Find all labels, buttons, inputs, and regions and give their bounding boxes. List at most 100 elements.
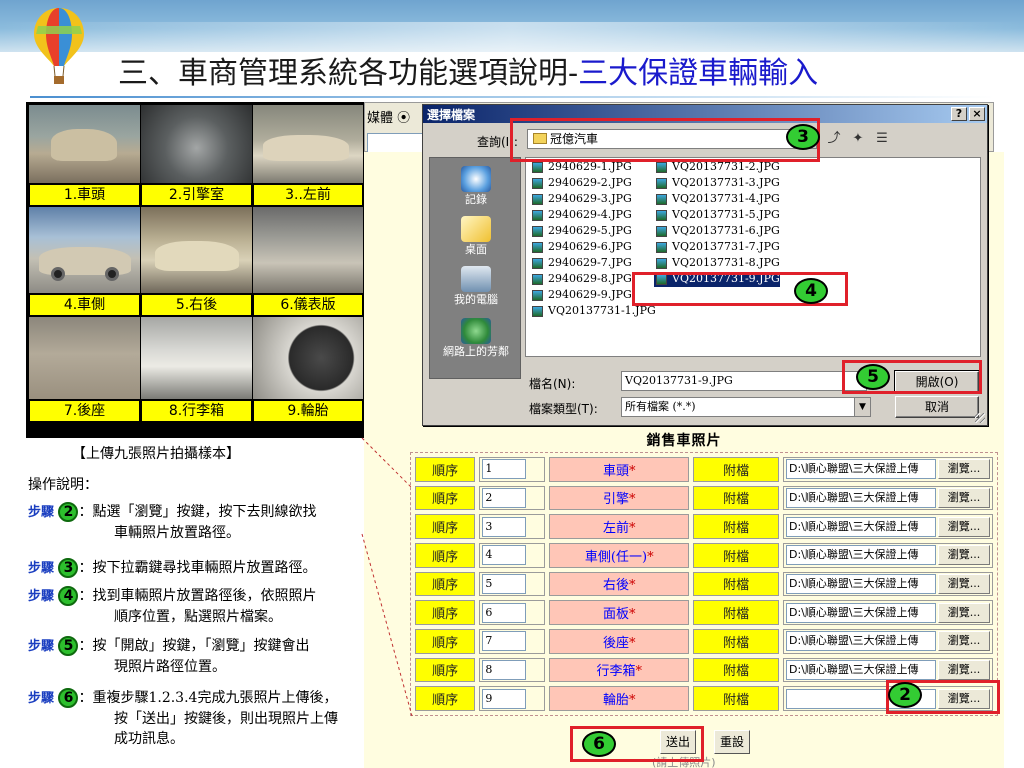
field-name: 右後 [603,578,630,594]
places-bar: 記錄 桌面 我的電腦 網路上的芳鄰 [429,157,521,379]
annotation-box-3 [510,118,820,162]
browse-button[interactable]: 瀏覽... [937,459,990,480]
file-item[interactable]: 2940629-9.JPG [530,288,632,303]
order-label: 順序 [415,485,476,511]
order-label: 順序 [415,542,476,568]
order-input[interactable]: 5 [482,573,527,594]
order-input[interactable]: 7 [482,631,527,652]
file-item[interactable]: VQ20137731-2.JPG [654,160,780,175]
order-cell: 1 [479,457,546,482]
file-item[interactable]: VQ20137731-6.JPG [654,224,780,239]
attach-label: 附檔 [693,485,779,511]
field-name-cell: 左前* [549,514,690,539]
title-underline [30,96,994,98]
resize-grip[interactable] [975,413,985,423]
file-item[interactable]: 2940629-7.JPG [530,256,632,271]
file-item[interactable]: 2940629-1.JPG [530,160,632,175]
file-path-input[interactable]: D:\順心聯盟\三大保證上傳 [785,659,936,680]
file-path-input[interactable]: D:\順心聯盟\三大保證上傳 [785,602,936,623]
place-label: 我的電腦 [454,293,498,306]
order-input[interactable]: 6 [482,602,527,623]
place-my-computer[interactable]: 我的電腦 [430,266,522,306]
table-row: 順序 7 後座* 附檔 D:\順心聯盟\三大保證上傳 瀏覽... [415,628,993,654]
browse-button[interactable]: 瀏覽... [937,602,990,623]
order-input[interactable]: 8 [482,659,527,680]
computer-icon [461,266,491,292]
path-cell: D:\順心聯盟\三大保證上傳 瀏覽... [782,485,993,511]
browse-button[interactable]: 瀏覽... [937,545,990,566]
file-item[interactable]: VQ20137731-1.JPG [530,304,656,319]
field-name-cell: 車頭* [549,457,690,482]
order-input[interactable]: 1 [482,459,527,480]
close-button[interactable]: × [969,107,985,121]
cancel-button[interactable]: 取消 [895,396,979,418]
order-input[interactable]: 9 [482,688,527,709]
browse-button[interactable]: 瀏覽... [937,631,990,652]
place-desktop[interactable]: 桌面 [430,216,522,256]
file-item[interactable]: 2940629-2.JPG [530,176,632,191]
image-file-icon [532,258,543,269]
browse-button[interactable]: 瀏覽... [937,487,990,508]
chevron-down-icon[interactable]: ▼ [854,398,870,416]
file-item[interactable]: 2940629-6.JPG [530,240,632,255]
filetype-select[interactable]: 所有檔案 (*.*) ▼ [621,397,871,417]
view-menu-icon[interactable]: ☰ [873,131,891,147]
file-path-input[interactable]: D:\順心聯盟\三大保證上傳 [785,545,936,566]
file-item[interactable]: 2940629-8.JPG [530,272,632,287]
photo-label: 5.右後 [141,294,252,316]
step-text: ：按「開啟」按鍵，「瀏覽」按鍵會出 [78,638,310,654]
file-item[interactable]: VQ20137731-4.JPG [654,192,780,207]
car-shape [263,135,349,161]
order-label: 順序 [415,686,476,711]
photo-side [29,207,140,293]
step-label: 步驟 [28,561,55,576]
image-file-icon [656,194,667,205]
file-item[interactable]: 2940629-5.JPG [530,224,632,239]
media-toolbar-button[interactable]: 媒體 ⦿ [367,107,410,126]
step-text: 車輛照片放置路徑。 [114,525,240,541]
file-path-input[interactable]: D:\順心聯盟\三大保證上傳 [785,459,936,480]
filename-input[interactable]: VQ20137731-9.JPG [621,371,867,391]
browse-button[interactable]: 瀏覽... [937,573,990,594]
order-label: 順序 [415,457,476,482]
up-folder-icon[interactable]: ⤴ [825,131,843,147]
image-file-icon [532,290,543,301]
file-item[interactable]: 2940629-3.JPG [530,192,632,207]
file-item[interactable]: VQ20137731-8.JPG [654,256,780,271]
step-text: ：點選「瀏覽」按鍵，按下去則線欲找 [78,504,317,520]
browse-button[interactable]: 瀏覽... [937,516,990,537]
file-path-input[interactable]: D:\順心聯盟\三大保證上傳 [785,516,936,537]
hot-air-balloon-icon [34,8,84,84]
order-input[interactable]: 2 [482,487,527,508]
place-network[interactable]: 網路上的芳鄰 [430,318,522,358]
file-path-input[interactable]: D:\順心聯盟\三大保證上傳 [785,631,936,652]
photo-label: 6.儀表版 [253,294,363,316]
attach-label: 附檔 [693,600,779,625]
annotation-badge: 3 [786,124,820,150]
file-item[interactable]: 2940629-4.JPG [530,208,632,223]
place-history[interactable]: 記錄 [430,166,522,206]
field-name: 引擎 [603,492,630,508]
order-input[interactable]: 3 [482,516,527,537]
title-main: 三、車商管理系統各功能選項說明- [118,56,579,91]
help-button[interactable]: ? [951,107,967,121]
step-text: ：按下拉霸鍵尋找車輛照片放置路徑。 [78,560,317,576]
file-item[interactable]: VQ20137731-7.JPG [654,240,780,255]
file-path-input[interactable]: D:\順心聯盟\三大保證上傳 [785,573,936,594]
required-mark: * [629,635,636,651]
desktop-icon [461,216,491,242]
file-path-input[interactable]: D:\順心聯盟\三大保證上傳 [785,487,936,508]
order-cell: 4 [479,542,546,568]
photo-label: 8.行李箱 [141,400,252,422]
reset-button[interactable]: 重設 [714,730,750,754]
required-mark: * [647,549,654,565]
address-bar[interactable] [367,133,427,153]
image-file-icon [532,242,543,253]
browse-button[interactable]: 瀏覽... [937,659,990,680]
attach-label: 附檔 [693,686,779,711]
file-item[interactable]: VQ20137731-3.JPG [654,176,780,191]
file-item[interactable]: VQ20137731-5.JPG [654,208,780,223]
new-folder-icon[interactable]: ✦ [849,131,867,147]
order-input[interactable]: 4 [482,545,527,566]
order-label: 順序 [415,600,476,625]
